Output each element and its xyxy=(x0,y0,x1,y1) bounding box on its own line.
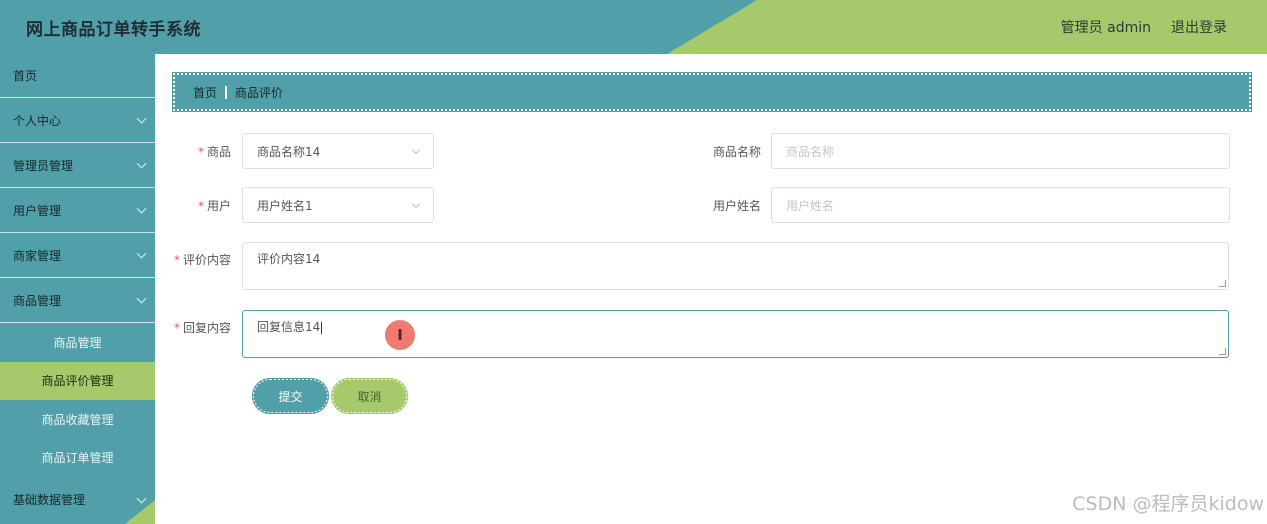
resize-handle-icon[interactable] xyxy=(1219,348,1226,355)
chevron-down-icon xyxy=(136,293,147,304)
goods-select[interactable]: 商品名称14 xyxy=(242,133,434,169)
sidebar-subitem-goods-review[interactable]: 商品评价管理 xyxy=(0,361,155,400)
sidebar-subitem-goods-favorite[interactable]: 商品收藏管理 xyxy=(0,400,155,439)
admin-user-label[interactable]: 管理员 admin xyxy=(1061,17,1151,37)
required-mark: * xyxy=(197,144,204,159)
form-row-user: * 用户 用户姓名1 用户姓名 用户姓名 xyxy=(155,187,1230,223)
breadcrumb-current: 商品评价 xyxy=(235,85,284,100)
breadcrumb-home[interactable]: 首页 xyxy=(193,84,217,101)
submit-button[interactable]: 提交 xyxy=(252,378,329,414)
app-title: 网上商品订单转手系统 xyxy=(26,20,201,40)
sidebar-subitem-goods-orders[interactable]: 商品订单管理 xyxy=(0,439,155,478)
reply-textarea-value: 回复信息14 xyxy=(257,320,321,334)
chevron-down-icon xyxy=(136,113,147,124)
goods-name-input[interactable]: 商品名称 xyxy=(771,133,1230,169)
sidebar-item-label: 管理员管理 xyxy=(13,158,74,173)
sidebar-subitem-goods-manage[interactable]: 商品管理 xyxy=(0,323,155,362)
chevron-down-icon xyxy=(136,493,147,504)
cancel-button[interactable]: 取消 xyxy=(331,378,408,414)
text-caret xyxy=(321,321,323,334)
sidebar-item-base-data[interactable]: 基础数据管理 xyxy=(0,477,155,522)
user-name-label: 用户姓名 xyxy=(712,198,761,213)
user-select[interactable]: 用户姓名1 xyxy=(242,187,434,223)
top-header: 网上商品订单转手系统 管理员 admin 退出登录 xyxy=(0,0,1267,54)
user-label: * 用户 xyxy=(197,198,231,213)
sidebar-item-admin[interactable]: 管理员管理 xyxy=(0,143,155,188)
breadcrumb: 首页 商品评价 xyxy=(172,72,1252,112)
chevron-down-icon xyxy=(136,248,147,259)
form-row-goods: * 商品 商品名称14 商品名称 商品名称 xyxy=(155,133,1230,169)
sidebar-item-label: 首页 xyxy=(13,69,38,83)
logout-link[interactable]: 退出登录 xyxy=(1171,17,1227,37)
chevron-down-icon xyxy=(411,145,421,155)
sidebar-item-goods[interactable]: 商品管理 xyxy=(0,278,155,323)
reply-label: * 回复内容 xyxy=(173,321,231,335)
sidebar-item-label: 个人中心 xyxy=(13,113,62,128)
chevron-down-icon xyxy=(411,199,421,209)
form-row-reply: * 回复内容 回复信息14 xyxy=(155,310,1229,358)
chevron-down-icon xyxy=(136,158,147,169)
sidebar-item-label: 商品管理 xyxy=(13,293,62,308)
user-select-value: 用户姓名1 xyxy=(257,198,313,213)
goods-label: * 商品 xyxy=(197,144,231,159)
sidebar-item-home[interactable]: 首页 xyxy=(0,54,155,98)
goods-name-label: 商品名称 xyxy=(712,144,761,159)
chevron-down-icon xyxy=(136,203,147,214)
watermark: CSDN @程序员kidow xyxy=(1072,493,1264,515)
content-textarea[interactable]: 评价内容14 xyxy=(242,242,1229,290)
sidebar-item-users[interactable]: 用户管理 xyxy=(0,188,155,233)
user-name-input[interactable]: 用户姓名 xyxy=(771,187,1230,223)
header-user-area: 管理员 admin 退出登录 xyxy=(1061,17,1227,37)
sidebar-item-profile[interactable]: 个人中心 xyxy=(0,98,155,143)
text-cursor-icon: I xyxy=(385,320,415,350)
content-label: * 评价内容 xyxy=(173,253,231,267)
required-mark: * xyxy=(173,321,180,335)
sidebar-item-merchants[interactable]: 商家管理 xyxy=(0,233,155,278)
content-textarea-value: 评价内容14 xyxy=(257,252,321,266)
sidebar-item-label: 基础数据管理 xyxy=(13,493,86,507)
sidebar: 首页 个人中心 管理员管理 用户管理 商家管理 商品管理 商品管理 商品评价管理… xyxy=(0,54,155,524)
goods-select-value: 商品名称14 xyxy=(257,144,321,159)
required-mark: * xyxy=(173,253,180,267)
sidebar-item-label: 商家管理 xyxy=(13,248,62,263)
required-mark: * xyxy=(197,198,204,213)
breadcrumb-separator xyxy=(225,85,228,99)
resize-handle-icon[interactable] xyxy=(1219,280,1226,287)
form-row-content: * 评价内容 评价内容14 xyxy=(155,242,1229,290)
sidebar-item-label: 用户管理 xyxy=(13,203,62,218)
main-content: 首页 商品评价 * 商品 商品名称14 商品名称 商品名称 * 用户 用户姓名1 用… xyxy=(155,54,1267,524)
